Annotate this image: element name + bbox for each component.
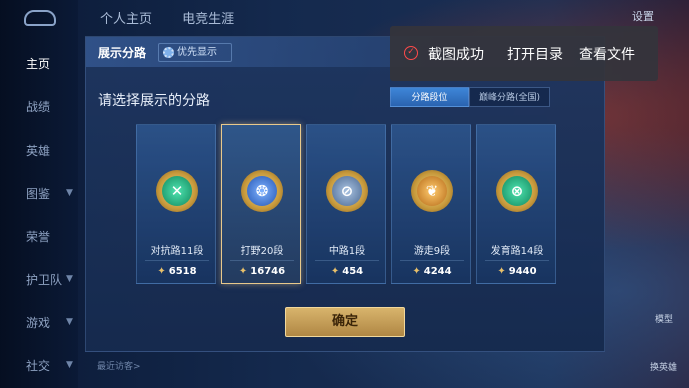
divider xyxy=(145,260,209,261)
recent-visitors[interactable]: 最近访客> xyxy=(85,352,605,382)
score-icon: ✦ xyxy=(412,266,421,277)
lane-score: ✦ 6518 xyxy=(137,266,217,277)
lane-badge: ⊗ xyxy=(496,170,538,212)
lane-score-value: 6518 xyxy=(168,266,197,277)
lane-score: ✦ 16746 xyxy=(222,266,302,277)
view-file-link[interactable]: 查看文件 xyxy=(579,44,635,64)
panel-subtitle: 请选择展示的分路 xyxy=(98,93,210,109)
roam-icon: ❦ xyxy=(417,176,447,206)
lane-score-value: 4244 xyxy=(423,266,452,277)
chevron-down-icon: ▼ xyxy=(66,274,73,284)
lane-score-value: 454 xyxy=(342,266,364,277)
lane-card-mid[interactable]: ⊘ 中路1段 ✦ 454 xyxy=(306,124,386,284)
model-button[interactable]: 模型 xyxy=(655,312,673,325)
lane-score: ✦ 454 xyxy=(307,266,387,277)
divider xyxy=(230,260,294,261)
switch-hero-button[interactable]: 换英雄 xyxy=(650,360,677,373)
top-tabs: 个人主页 电竞生涯 xyxy=(100,8,260,27)
back-icon[interactable] xyxy=(24,10,56,26)
lane-score-value: 16746 xyxy=(250,266,286,277)
chevron-down-icon: ▼ xyxy=(66,317,73,327)
settings-button[interactable]: 设置 xyxy=(632,8,654,24)
lane-label: 中路1段 xyxy=(328,246,366,257)
lane-card-clash[interactable]: ✕ 对抗路11段 ✦ 6518 xyxy=(136,124,216,284)
clash-lane-icon: ✕ xyxy=(162,176,192,206)
chevron-down-icon: ▼ xyxy=(66,360,73,370)
check-icon: ✓ xyxy=(404,46,418,60)
lane-label: 对抗路11段 xyxy=(150,246,204,257)
lane-score: ✦ 4244 xyxy=(392,266,472,277)
tab-profile[interactable]: 个人主页 xyxy=(100,12,152,27)
lane-cards: ✕ 对抗路11段 ✦ 6518 ❂ 打野20段 ✦ 16746 ⊘ 中路1段 ✦ 45… xyxy=(136,124,561,284)
screenshot-toast: ✓ 截图成功 打开目录 查看文件 xyxy=(390,26,658,81)
priority-label: 优先显示 xyxy=(177,47,217,58)
nav-item-home[interactable]: 主页 xyxy=(0,54,78,74)
tab-peak-lane[interactable]: 巅峰分路(全国) xyxy=(469,87,550,107)
lane-label: 发育路14段 xyxy=(490,246,544,257)
panel-title: 展示分路 xyxy=(98,46,147,60)
lane-badge: ❂ xyxy=(241,170,283,212)
score-icon: ✦ xyxy=(497,266,506,277)
gear-icon xyxy=(163,47,174,58)
lane-card-roam[interactable]: ❦ 游走9段 ✦ 4244 xyxy=(391,124,471,284)
divider xyxy=(400,260,464,261)
farm-lane-icon: ⊗ xyxy=(502,176,532,206)
score-icon: ✦ xyxy=(157,266,166,277)
chevron-down-icon: ▼ xyxy=(66,188,73,198)
rank-tabs: 分路段位 巅峰分路(全国) xyxy=(390,87,550,107)
lane-label: 游走9段 xyxy=(413,246,451,257)
tab-esports-career[interactable]: 电竞生涯 xyxy=(182,12,234,27)
lane-card-jungle[interactable]: ❂ 打野20段 ✦ 16746 xyxy=(221,124,301,284)
lane-badge: ❦ xyxy=(411,170,453,212)
nav-item-honor[interactable]: 荣誉 xyxy=(0,227,78,247)
divider xyxy=(315,260,379,261)
left-nav: 主页 战绩 英雄 图鉴 荣誉 护卫队 游戏 社交 ▼ ▼ ▼ ▼ xyxy=(0,0,78,388)
lane-card-farm[interactable]: ⊗ 发育路14段 ✦ 9440 xyxy=(476,124,556,284)
lane-badge: ✕ xyxy=(156,170,198,212)
confirm-button[interactable]: 确定 xyxy=(285,307,405,337)
mid-lane-icon: ⊘ xyxy=(332,176,362,206)
lane-label: 打野20段 xyxy=(240,246,284,257)
tab-lane-rank[interactable]: 分路段位 xyxy=(390,87,469,107)
divider xyxy=(485,260,549,261)
lane-badge: ⊘ xyxy=(326,170,368,212)
toast-message: 截图成功 xyxy=(428,47,484,63)
lane-score-value: 9440 xyxy=(508,266,537,277)
jungle-icon: ❂ xyxy=(247,176,277,206)
lane-score: ✦ 9440 xyxy=(477,266,557,277)
lane-display-panel: 展示分路 优先显示 请选择展示的分路 分路段位 巅峰分路(全国) ✕ 对抗路11… xyxy=(85,36,606,352)
nav-item-heroes[interactable]: 英雄 xyxy=(0,141,78,161)
priority-display-button[interactable]: 优先显示 xyxy=(158,43,232,62)
score-icon: ✦ xyxy=(330,266,340,277)
open-directory-link[interactable]: 打开目录 xyxy=(507,44,563,64)
score-icon: ✦ xyxy=(238,266,248,277)
nav-item-record[interactable]: 战绩 xyxy=(0,97,78,117)
